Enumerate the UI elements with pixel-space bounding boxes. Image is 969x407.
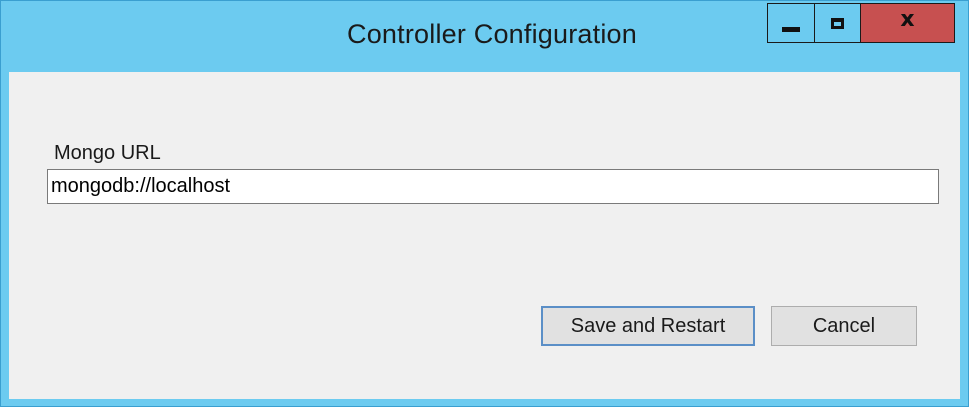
save-and-restart-button[interactable]: Save and Restart: [541, 306, 755, 346]
dialog-window: Controller Configuration x Mongo URL Sav…: [0, 0, 969, 407]
minimize-button[interactable]: [767, 3, 815, 43]
cancel-button[interactable]: Cancel: [771, 306, 917, 346]
close-button[interactable]: x: [860, 3, 955, 43]
mongo-url-label: Mongo URL: [54, 142, 161, 164]
minimize-icon: [782, 26, 800, 32]
mongo-url-input[interactable]: [47, 169, 939, 204]
title-bar[interactable]: Controller Configuration x: [1, 1, 968, 73]
close-icon: x: [900, 7, 915, 32]
maximize-button[interactable]: [814, 3, 861, 43]
maximize-icon: [831, 17, 844, 29]
dialog-content: Mongo URL Save and Restart Cancel: [9, 72, 960, 399]
